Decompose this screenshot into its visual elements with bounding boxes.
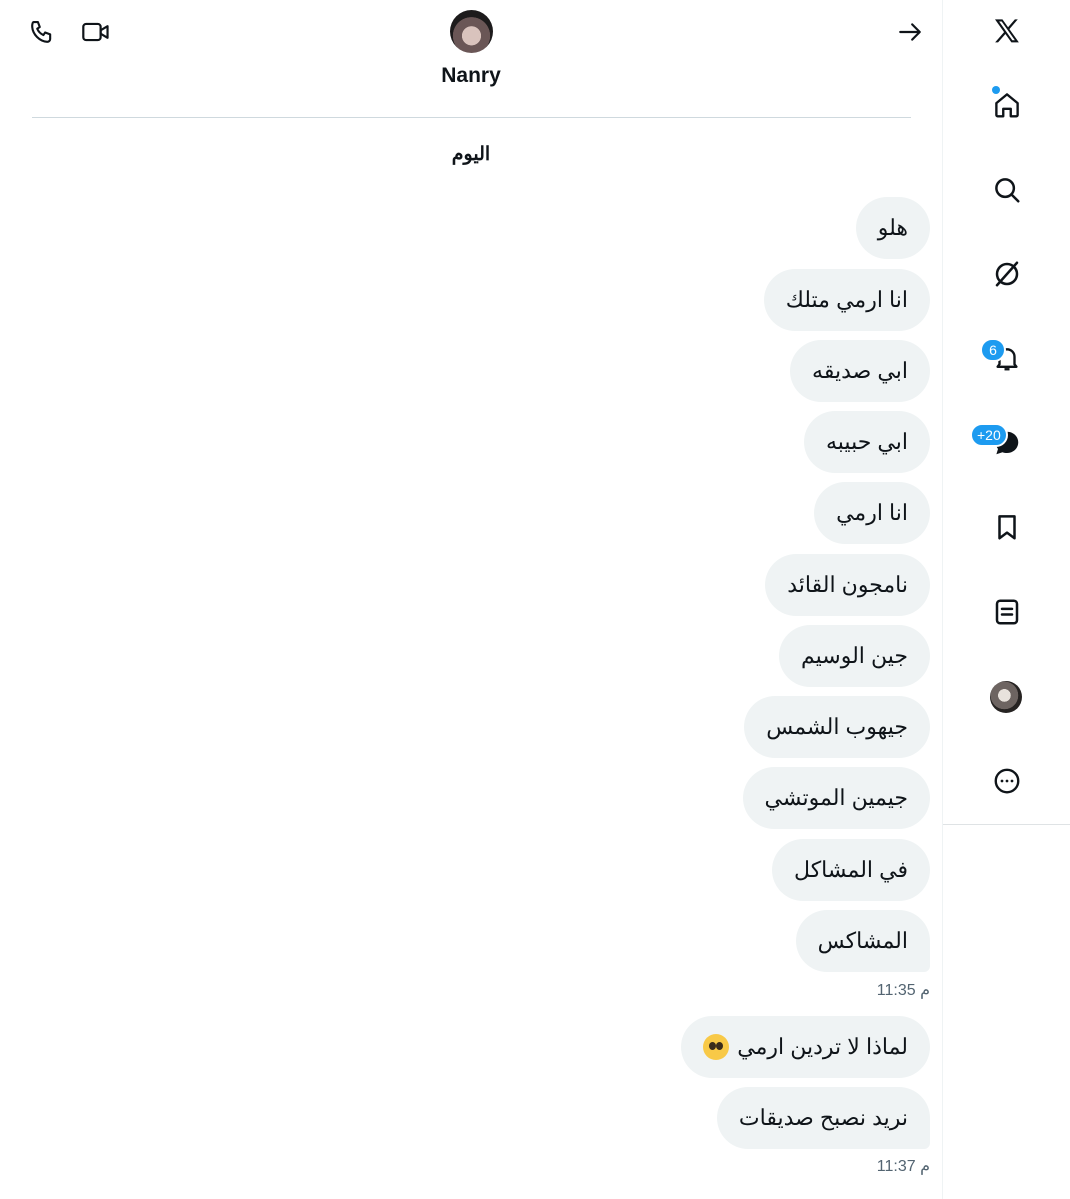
message-timestamp: 11:35 م xyxy=(876,982,930,999)
message-text: ابي حبيبه xyxy=(826,429,908,454)
message-text: جين الوسيم xyxy=(801,643,908,668)
back-arrow-icon[interactable] xyxy=(894,16,926,48)
messages-badge: +20 xyxy=(970,423,1008,447)
contact-avatar[interactable] xyxy=(450,10,493,53)
message-text: المشاكس xyxy=(817,928,908,953)
message-text: انا ارمي متلك xyxy=(785,287,908,312)
bookmarks-icon[interactable] xyxy=(990,510,1024,544)
grok-icon[interactable] xyxy=(990,257,1024,291)
x-logo-icon[interactable] xyxy=(987,12,1027,52)
conversation-panel: Nanry اليوم هلو انا ارمي متلك ابي صديقه … xyxy=(0,0,942,1199)
message-bubble[interactable]: جيمين الموتشي xyxy=(742,767,930,829)
message-text: نامجون القائد xyxy=(787,572,908,597)
contact-name[interactable]: Nanry xyxy=(0,64,942,88)
nav-divider xyxy=(943,824,1070,825)
search-icon[interactable] xyxy=(990,173,1024,207)
message-bubble[interactable]: نريد نصبح صديقات xyxy=(716,1087,930,1149)
message-text: في المشاكل xyxy=(794,857,908,882)
message-text: ابي صديقه xyxy=(812,358,908,383)
lists-icon[interactable] xyxy=(990,595,1024,629)
message-bubble[interactable]: ابي صديقه xyxy=(790,340,930,402)
home-icon[interactable] xyxy=(990,88,1024,122)
header-divider xyxy=(32,117,911,118)
message-timestamp: 11:37 م xyxy=(876,1158,930,1175)
phone-icon[interactable] xyxy=(26,16,58,48)
video-icon[interactable] xyxy=(79,16,113,48)
message-bubble[interactable]: هلو xyxy=(855,197,930,259)
message-text: هلو xyxy=(877,215,908,240)
message-bubble[interactable]: لماذا لا تردين ارمي xyxy=(681,1016,930,1078)
message-bubble[interactable]: جين الوسيم xyxy=(779,625,930,687)
message-bubble[interactable]: ابي حبيبه xyxy=(804,411,930,473)
profile-avatar[interactable] xyxy=(990,681,1022,713)
message-bubble[interactable]: انا ارمي xyxy=(814,482,930,544)
message-text: انا ارمي xyxy=(836,500,908,525)
message-bubble[interactable]: في المشاكل xyxy=(772,839,930,901)
message-text: جيمين الموتشي xyxy=(764,785,908,810)
message-text: جيهوب الشمس xyxy=(766,714,908,739)
message-text: لماذا لا تردين ارمي xyxy=(737,1034,908,1059)
message-bubble[interactable]: جيهوب الشمس xyxy=(744,696,930,758)
message-bubble[interactable]: المشاكس xyxy=(795,910,930,972)
notifications-badge: 6 xyxy=(980,338,1006,362)
message-bubble[interactable]: نامجون القائد xyxy=(765,554,930,616)
message-bubble[interactable]: انا ارمي متلك xyxy=(763,269,930,331)
message-text: نريد نصبح صديقات xyxy=(738,1105,908,1130)
day-separator: اليوم xyxy=(451,144,491,165)
nav-rail: 6 +20 xyxy=(942,0,1070,1199)
more-icon[interactable] xyxy=(990,764,1024,798)
pleading-face-emoji xyxy=(703,1034,730,1060)
